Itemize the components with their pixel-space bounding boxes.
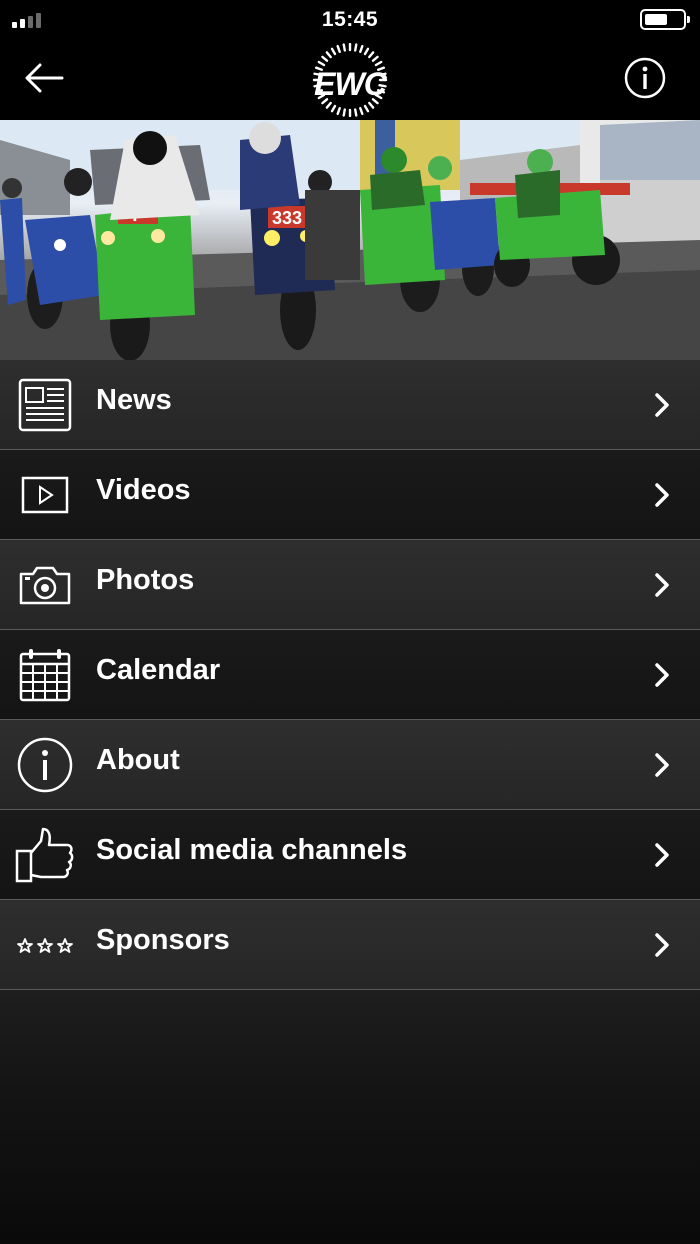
chevron-right-icon	[655, 663, 669, 687]
menu-label-calendar: Calendar	[96, 654, 221, 686]
ewc-logo: EWC	[298, 42, 402, 118]
logo-tick	[363, 47, 370, 56]
logo-text: EWC	[314, 66, 387, 102]
logo-tick	[336, 106, 341, 116]
logo-tick	[368, 101, 375, 109]
chevron-right-icon	[655, 573, 669, 597]
chevron-right-icon	[655, 483, 669, 507]
logo-tick	[336, 44, 341, 54]
menu-item-about[interactable]: About	[0, 720, 700, 810]
nav-bar: EWC	[0, 40, 700, 120]
chevron-right-icon	[655, 393, 669, 417]
background-texture	[0, 990, 700, 1244]
info-circle-icon	[17, 737, 73, 793]
logo-tick	[342, 43, 346, 52]
logo-tick	[354, 108, 358, 117]
video-play-icon	[21, 476, 69, 514]
logo-tick	[342, 108, 346, 117]
logo-tick	[317, 60, 326, 67]
logo-tick	[359, 106, 364, 116]
logo-tick	[330, 104, 337, 113]
chevron-right-icon	[655, 753, 669, 777]
menu-label-sponsors: Sponsors	[96, 924, 230, 956]
logo-tick	[330, 47, 337, 56]
menu-item-photos[interactable]: Photos	[0, 540, 700, 630]
back-button[interactable]	[22, 58, 66, 98]
info-button[interactable]	[624, 57, 666, 99]
logo-tick	[371, 55, 379, 62]
arrow-left-icon	[25, 63, 64, 93]
menu-item-calendar[interactable]: Calendar	[0, 630, 700, 720]
menu-label-news: News	[96, 384, 172, 416]
logo-tick	[325, 51, 332, 59]
menu-label-photos: Photos	[96, 564, 195, 596]
thumbs-up-icon	[15, 827, 74, 883]
logo-tick	[368, 51, 375, 59]
menu-item-sponsors[interactable]: Sponsors	[0, 900, 700, 990]
menu-item-social-media[interactable]: Social media channels	[0, 810, 700, 900]
chevron-right-icon	[655, 843, 669, 867]
menu-label-about: About	[96, 744, 180, 776]
bike-number-333: 333	[272, 208, 302, 228]
logo-tick	[359, 44, 364, 54]
main-menu: News Videos Photos Calendar About Social…	[0, 360, 700, 990]
logo-tick	[363, 104, 370, 113]
status-time: 15:45	[321, 8, 379, 31]
calendar-icon	[19, 649, 71, 702]
camera-icon	[19, 566, 71, 605]
logo-tick	[374, 60, 383, 67]
menu-item-news[interactable]: News	[0, 360, 700, 450]
menu-label-videos: Videos	[96, 474, 191, 506]
stars-icon	[17, 938, 73, 953]
info-circle-icon	[624, 57, 666, 99]
chevron-right-icon	[655, 933, 669, 957]
menu-label-social-media: Social media channels	[96, 834, 408, 866]
menu-item-videos[interactable]: Videos	[0, 450, 700, 540]
status-bar: 15:45	[0, 0, 700, 40]
logo-tick	[321, 55, 329, 62]
logo-tick	[325, 101, 332, 109]
battery-icon	[640, 9, 690, 30]
hero-image: 4 333	[0, 120, 700, 360]
newspaper-icon	[18, 378, 72, 432]
logo-tick	[354, 43, 358, 52]
